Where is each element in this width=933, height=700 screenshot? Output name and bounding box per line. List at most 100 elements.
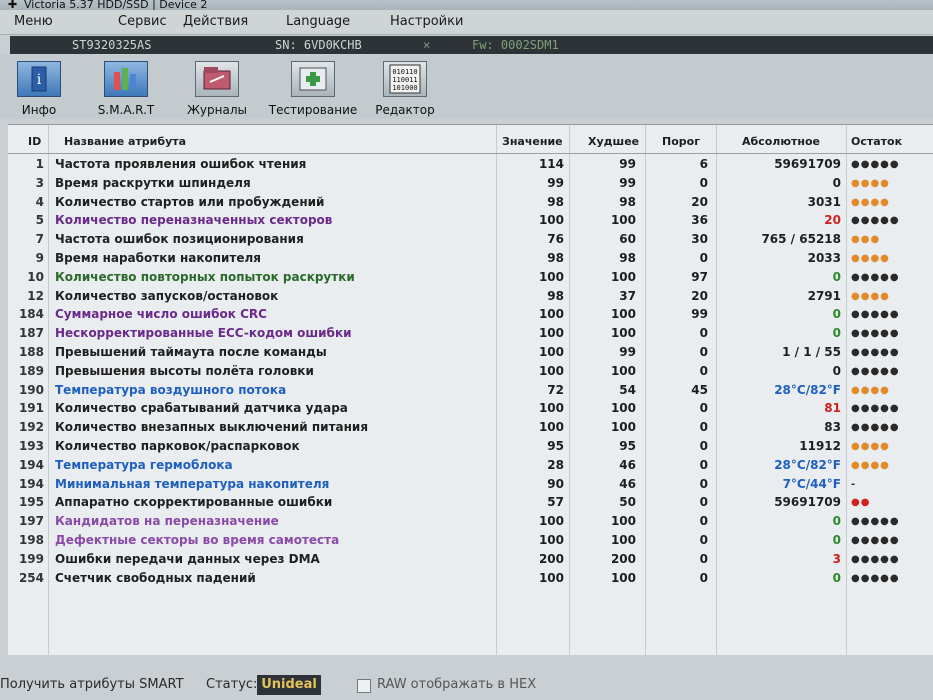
table-row[interactable]: 1 Частота проявления ошибок чтения 114 99 6 5… [8, 155, 933, 174]
row-attribute-name: Температура гермоблока [55, 457, 233, 472]
row-absolute: 81 [824, 401, 841, 416]
table-row[interactable]: 195 Аппаратно скорректированные ошибки 57 5… [8, 493, 933, 512]
row-worst: 37 [619, 288, 636, 303]
row-id: 193 [18, 439, 44, 453]
row-attribute-name: Количество повторных попыток раскрутки [55, 269, 355, 284]
row-threshold: 0 [699, 476, 708, 491]
toolbar-button-info[interactable]: i Инфо [14, 59, 64, 117]
row-attribute-name: Количество запусков/остановок [55, 288, 279, 303]
toolbar-label: Инфо [21, 103, 57, 117]
row-id: 9 [35, 251, 44, 265]
row-attribute-name: Количество срабатываний датчика удара [55, 401, 348, 416]
table-row[interactable]: 193 Количество парковок/распарковок 95 95 0 1… [8, 437, 933, 456]
row-remainder: ●●●● [851, 384, 890, 396]
row-absolute: 0 [832, 570, 841, 585]
table-row[interactable]: 199 Ошибки передачи данных через DMA 200 20… [8, 550, 933, 569]
row-absolute: 2033 [807, 251, 841, 265]
table-row[interactable]: 184 Суммарное число ошибок CRC 100 100 99 0 ●●… [8, 305, 933, 324]
table-row[interactable]: 3 Время раскрутки шпинделя 99 99 0 0 ●●●● [8, 174, 933, 193]
table-row[interactable]: 5 Количество переназначенных секторов 100 1… [8, 211, 933, 230]
device-model: ST9320325AS [72, 38, 152, 52]
toolbar-button-smart[interactable]: S.M.A.R.T [94, 59, 158, 117]
header-id[interactable]: ID [28, 131, 48, 153]
row-remainder: ●●●●● [851, 365, 900, 377]
table-row[interactable]: 254 Счетчик свободных падений 100 100 0 0 ●●●●… [8, 569, 933, 588]
menu-item-settings[interactable]: Настройки [390, 14, 463, 29]
row-threshold: 97 [691, 269, 708, 284]
menu-item-menu[interactable]: Меню [14, 14, 53, 29]
table-row[interactable]: 189 Превышения высоты полёта головки 100 10… [8, 362, 933, 381]
row-worst: 100 [610, 269, 636, 284]
row-value: 72 [547, 382, 564, 397]
row-remainder: ●●●●● [851, 403, 900, 415]
get-smart-button[interactable]: Получить атрибуты SMART [0, 677, 184, 692]
row-attribute-name: Количество парковок/распарковок [55, 439, 300, 453]
toolbar-button-logs[interactable]: Журналы [186, 59, 248, 117]
row-id: 199 [18, 551, 44, 566]
header-name[interactable]: Название атрибута [64, 131, 484, 153]
table-row[interactable]: 10 Количество повторных попыток раскрутки… [8, 268, 933, 287]
table-row[interactable]: 4 Количество стартов или пробуждений 98 98 2… [8, 193, 933, 212]
row-value: 200 [538, 551, 564, 566]
table-row[interactable]: 197 Кандидатов на переназначение 100 100 0 0 ●… [8, 512, 933, 531]
device-bar[interactable]: ST9320325AS SN: 6VD0KCHB × Fw: 0002SDM1 [10, 36, 933, 54]
row-worst: 100 [610, 533, 636, 547]
toolbar-button-testing[interactable]: Тестирование [268, 59, 358, 117]
status-badge: Unideal [257, 675, 321, 695]
table-row[interactable]: 188 Превышений таймаута после команды 100 9… [8, 343, 933, 362]
header-value[interactable]: Значение [502, 131, 566, 153]
table-row[interactable]: 12 Количество запусков/остановок 98 37 20 279… [8, 287, 933, 306]
row-value: 98 [547, 251, 564, 265]
row-absolute: 1 / 1 / 55 [782, 345, 841, 359]
table-row[interactable]: 192 Количество внезапных выключений питан… [8, 418, 933, 437]
table-row[interactable]: 198 Дефектные секторы во время самотеста 1… [8, 531, 933, 550]
row-id: 192 [18, 420, 44, 435]
svg-text:i: i [37, 72, 42, 88]
row-threshold: 0 [699, 551, 708, 566]
row-absolute: 7°C/44°F [782, 476, 841, 491]
table-row[interactable]: 9 Время наработки накопителя 98 98 0 2033 ●●●● [8, 249, 933, 268]
svg-text:110011: 110011 [392, 76, 417, 84]
row-attribute-name: Дефектные секторы во время самотеста [55, 533, 340, 547]
menu-item-language[interactable]: Language [286, 14, 350, 29]
row-id: 4 [35, 194, 44, 209]
raw-hex-checkbox[interactable] [357, 679, 371, 693]
row-worst: 99 [619, 175, 636, 190]
row-absolute: 0 [832, 326, 841, 341]
table-row[interactable]: 194 Температура гермоблока 28 46 0 28°C/82°F ●… [8, 456, 933, 475]
header-worst[interactable]: Худшее [588, 131, 643, 153]
row-threshold: 45 [691, 382, 708, 397]
header-absolute[interactable]: Абсолютное [742, 131, 832, 153]
row-remainder: ●●●● [851, 441, 890, 452]
table-row[interactable]: 191 Количество срабатываний датчика удара… [8, 399, 933, 418]
row-remainder: ●●●●● [851, 535, 900, 546]
toolbar-button-editor[interactable]: 010110 110011 101000 Редактор [374, 59, 436, 117]
row-value: 100 [538, 363, 564, 378]
table-row[interactable]: 7 Частота ошибок позиционирования 76 60 30 76… [8, 230, 933, 249]
row-worst: 50 [619, 495, 636, 510]
row-worst: 98 [619, 251, 636, 265]
row-threshold: 20 [691, 194, 708, 209]
row-threshold: 0 [699, 495, 708, 510]
row-threshold: 0 [699, 175, 708, 190]
table-row[interactable]: 187 Нескорректированные ECC-кодом ошибки 1… [8, 324, 933, 343]
row-remainder: ●●● [851, 234, 881, 246]
row-remainder: ●●●●● [851, 271, 900, 283]
row-value: 99 [547, 175, 564, 190]
table-row[interactable]: 194 Минимальная температура накопителя 90 4… [8, 475, 933, 494]
window-title: Victoria 5.37 HDD/SSD | Device 2 [24, 0, 208, 10]
header-threshold[interactable]: Порог [662, 131, 712, 153]
menu-item-service[interactable]: Сервис [118, 14, 167, 29]
table-header: ID Название атрибута Значение Худшее Пор… [8, 131, 933, 154]
table-row[interactable]: 190 Температура воздушного потока 72 54 45 28… [8, 381, 933, 400]
row-attribute-name: Минимальная температура накопителя [55, 476, 330, 491]
title-bar: ✚ Victoria 5.37 HDD/SSD | Device 2 [0, 0, 933, 10]
header-remainder[interactable]: Остаток [851, 131, 921, 153]
row-value: 100 [538, 570, 564, 585]
row-absolute: 3031 [807, 194, 841, 209]
row-threshold: 0 [699, 439, 708, 453]
row-value: 100 [538, 269, 564, 284]
smart-table[interactable]: ID Название атрибута Значение Худшее Пор… [8, 124, 933, 655]
row-worst: 99 [619, 157, 636, 171]
menu-item-actions[interactable]: Действия [183, 14, 248, 29]
